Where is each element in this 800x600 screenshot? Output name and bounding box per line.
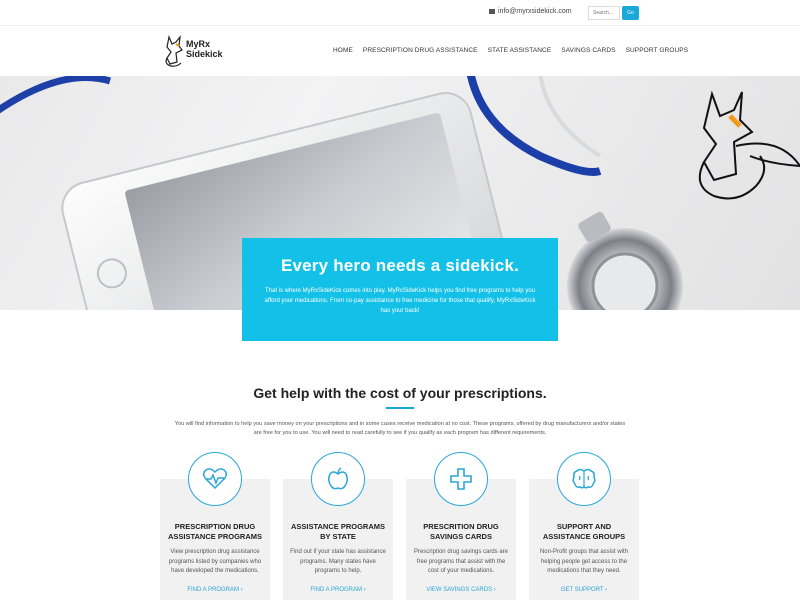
search-go-button[interactable]: Go <box>622 6 639 20</box>
nav-home[interactable]: HOME <box>333 47 353 54</box>
apple-icon <box>311 452 365 506</box>
fox-logo-icon <box>165 34 183 67</box>
section-title: Get help with the cost of your prescript… <box>253 385 547 401</box>
chevron-right-icon: › <box>363 587 366 593</box>
card-savings-cards: PRESCRITION DRUG SAVINGS CARDS Prescripti… <box>406 452 516 600</box>
card-text: Non-Profit groups that assist with helpi… <box>539 549 629 574</box>
site-logo[interactable]: MyRx Sidekick <box>163 34 225 68</box>
card-state-assistance: ASSISTANCE PROGRAMS BY STATE Find out if … <box>283 452 393 600</box>
section-body: You will find information to help you sa… <box>174 421 626 436</box>
section-divider <box>386 407 414 409</box>
find-program-link[interactable]: FIND A PROGRAM › <box>160 587 270 593</box>
nav-prescription-drug-assistance[interactable]: PRESCRIPTION DRUG ASSISTANCE <box>363 47 478 54</box>
chevron-right-icon: › <box>605 587 608 593</box>
chevron-right-icon: › <box>493 587 496 593</box>
card-title: SUPPORT AND ASSISTANCE GROUPS <box>542 522 626 541</box>
email-text: info@myrxsidekick.com <box>498 8 572 15</box>
nav-state-assistance[interactable]: STATE ASSISTANCE <box>488 47 552 54</box>
medical-cross-icon <box>434 452 488 506</box>
heart-pulse-icon <box>188 452 242 506</box>
view-savings-cards-link[interactable]: VIEW SAVINGS CARDS › <box>406 587 516 593</box>
logo-line-1: MyRx <box>186 39 211 49</box>
brain-icon <box>557 452 611 506</box>
site-header: MyRx Sidekick HOME PRESCRIPTION DRUG ASS… <box>0 26 800 76</box>
chevron-right-icon: › <box>240 587 243 593</box>
card-title: PRESCRITION DRUG SAVINGS CARDS <box>423 522 499 541</box>
card-text: Prescription drug savings cards are free… <box>413 549 509 574</box>
logo-text: MyRx Sidekick <box>186 39 223 59</box>
get-support-link[interactable]: GET SUPPORT › <box>529 587 639 593</box>
card-title: PRESCRIPTION DRUG ASSISTANCE PROGRAMS <box>167 522 263 541</box>
program-cards: PRESCRIPTION DRUG ASSISTANCE PROGRAMS Vie… <box>160 452 640 600</box>
card-text: View prescription drug assistance progra… <box>168 549 262 574</box>
envelope-icon <box>489 9 495 14</box>
main-nav: HOME PRESCRIPTION DRUG ASSISTANCE STATE … <box>333 47 688 54</box>
top-bar: info@myrxsidekick.com Go <box>0 0 800 26</box>
card-title: ASSISTANCE PROGRAMS BY STATE <box>290 522 386 541</box>
card-prescription-assistance: PRESCRIPTION DRUG ASSISTANCE PROGRAMS Vie… <box>160 452 270 600</box>
nav-savings-cards[interactable]: SAVINGS CARDS <box>561 47 615 54</box>
logo-line-2: Sidekick <box>186 49 223 59</box>
hero-callout: Every hero needs a sidekick. That is whe… <box>242 238 558 341</box>
contact-email[interactable]: info@myrxsidekick.com <box>489 8 572 15</box>
hero-body: That is where MyRxSideKick comes into pl… <box>264 288 536 314</box>
search-input[interactable] <box>588 6 620 20</box>
card-text: Find out if your state has assistance pr… <box>290 549 386 574</box>
card-support-groups: SUPPORT AND ASSISTANCE GROUPS Non-Profit … <box>529 452 639 600</box>
nav-support-groups[interactable]: SUPPORT GROUPS <box>626 47 689 54</box>
find-program-link[interactable]: FIND A PROGRAM › <box>283 587 393 593</box>
hero-title: Every hero needs a sidekick. <box>280 256 520 275</box>
